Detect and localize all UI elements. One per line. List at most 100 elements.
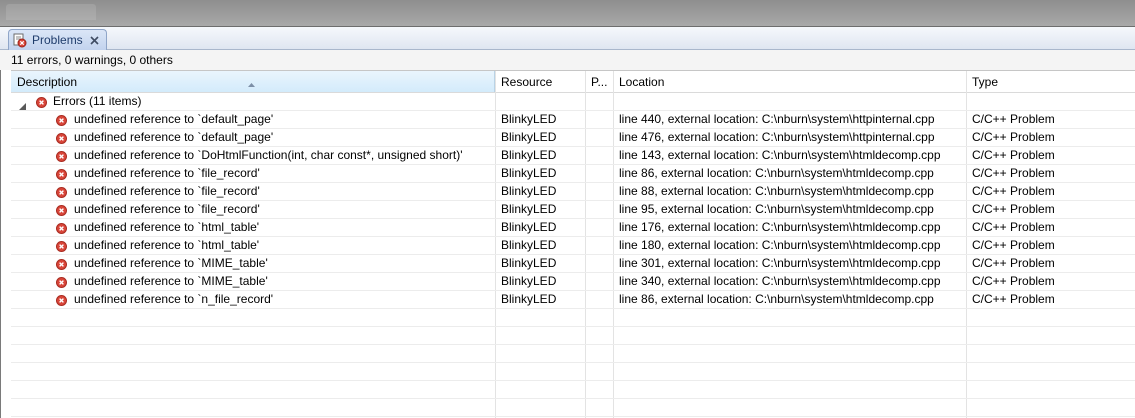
cell-path xyxy=(585,165,613,182)
cell-path xyxy=(585,111,613,128)
cell-location: line 95, external location: C:\nburn\sys… xyxy=(619,202,934,216)
cell-type: C/C++ Problem xyxy=(972,238,1055,252)
cell-description: undefined reference to `file_record' xyxy=(74,202,260,216)
cell-resource: BlinkyLED xyxy=(501,112,557,126)
cell-location: line 86, external location: C:\nburn\sys… xyxy=(619,292,934,306)
cell-resource: BlinkyLED xyxy=(501,130,557,144)
cell-description: undefined reference to `file_record' xyxy=(74,166,260,180)
empty-row xyxy=(11,345,1135,363)
cell-description: undefined reference to `DoHtmlFunction(i… xyxy=(74,148,463,162)
cell-type: C/C++ Problem xyxy=(972,166,1055,180)
error-icon xyxy=(56,258,67,270)
cell-resource: BlinkyLED xyxy=(501,220,557,234)
error-icon xyxy=(56,294,67,306)
view-left-border xyxy=(0,50,1,418)
error-icon xyxy=(56,204,67,216)
table-row[interactable]: undefined reference to `MIME_table' Blink… xyxy=(11,273,1135,291)
cell-type: C/C++ Problem xyxy=(972,220,1055,234)
table-row[interactable]: undefined reference to `html_table' Blink… xyxy=(11,219,1135,237)
error-icon xyxy=(56,114,67,126)
cell-resource: BlinkyLED xyxy=(501,166,557,180)
cell-description: undefined reference to `html_table' xyxy=(74,238,260,252)
cell-description: undefined reference to `file_record' xyxy=(74,184,260,198)
cell-path xyxy=(585,201,613,218)
empty-row xyxy=(11,381,1135,399)
close-icon[interactable] xyxy=(89,35,100,46)
cell-type: C/C++ Problem xyxy=(972,148,1055,162)
table-row[interactable]: undefined reference to `default_page' Bli… xyxy=(11,111,1135,129)
view-tab-bar: Problems xyxy=(0,26,1135,50)
empty-row xyxy=(11,399,1135,417)
cell-path xyxy=(585,237,613,254)
cell-type: C/C++ Problem xyxy=(972,112,1055,126)
group-row-errors[interactable]: Errors (11 items) xyxy=(11,93,1135,111)
table-row[interactable]: undefined reference to `file_record' Blin… xyxy=(11,201,1135,219)
cell-path xyxy=(585,255,613,272)
table-row[interactable]: undefined reference to `default_page' Bli… xyxy=(11,129,1135,147)
table-row[interactable]: undefined reference to `DoHtmlFunction(i… xyxy=(11,147,1135,165)
cell-resource: BlinkyLED xyxy=(501,274,557,288)
cell-resource: BlinkyLED xyxy=(501,184,557,198)
empty-row xyxy=(11,309,1135,327)
cell-location: line 180, external location: C:\nburn\sy… xyxy=(619,238,941,252)
cell-type: C/C++ Problem xyxy=(972,256,1055,270)
cell-path xyxy=(585,291,613,308)
cell-location: line 440, external location: C:\nburn\sy… xyxy=(619,112,935,126)
column-header-description[interactable]: Description xyxy=(11,71,495,92)
cell-location: line 88, external location: C:\nburn\sys… xyxy=(619,184,934,198)
column-header-path[interactable]: P... xyxy=(585,71,613,92)
cell-path xyxy=(585,183,613,200)
empty-row xyxy=(11,327,1135,345)
error-icon xyxy=(56,222,67,234)
cell-type: C/C++ Problem xyxy=(972,184,1055,198)
table-row[interactable]: undefined reference to `file_record' Blin… xyxy=(11,165,1135,183)
empty-row xyxy=(11,363,1135,381)
cell-description: undefined reference to `MIME_table' xyxy=(74,274,268,288)
problems-table[interactable]: Description Resource P... Location Type xyxy=(11,70,1135,418)
cell-type: C/C++ Problem xyxy=(972,130,1055,144)
cell-resource: BlinkyLED xyxy=(501,292,557,306)
table-row[interactable]: undefined reference to `n_file_record' Bl… xyxy=(11,291,1135,309)
cell-description: undefined reference to `default_page' xyxy=(74,130,274,144)
cell-description: undefined reference to `html_table' xyxy=(74,220,260,234)
cell-path xyxy=(585,147,613,164)
column-header-type[interactable]: Type xyxy=(966,71,1135,92)
cell-location: line 86, external location: C:\nburn\sys… xyxy=(619,166,934,180)
cell-location: line 476, external location: C:\nburn\sy… xyxy=(619,130,935,144)
cell-type: C/C++ Problem xyxy=(972,202,1055,216)
error-icon xyxy=(56,168,67,180)
cell-type: C/C++ Problem xyxy=(972,292,1055,306)
background-tab[interactable] xyxy=(6,4,96,20)
table-row[interactable]: undefined reference to `html_table' Blink… xyxy=(11,237,1135,255)
cell-description: undefined reference to `n_file_record' xyxy=(74,292,274,306)
problems-window: Problems 11 errors, 0 warnings, 0 others… xyxy=(0,0,1135,418)
column-header-description-label: Description xyxy=(17,75,78,89)
problems-view-icon xyxy=(13,33,27,48)
cell-description: undefined reference to `MIME_table' xyxy=(74,256,268,270)
table-row[interactable]: undefined reference to `file_record' Blin… xyxy=(11,183,1135,201)
window-title-strip xyxy=(0,0,1135,26)
error-icon xyxy=(56,150,67,162)
cell-resource: BlinkyLED xyxy=(501,238,557,252)
table-row[interactable]: undefined reference to `MIME_table' Blink… xyxy=(11,255,1135,273)
cell-path xyxy=(585,129,613,146)
expanded-triangle-icon[interactable] xyxy=(19,98,26,110)
tab-problems[interactable]: Problems xyxy=(8,29,107,50)
problems-summary: 11 errors, 0 warnings, 0 others xyxy=(0,50,1135,70)
cell-path xyxy=(585,219,613,236)
group-label: Errors (11 items) xyxy=(53,94,142,108)
cell-description: undefined reference to `default_page' xyxy=(74,112,274,126)
error-icon xyxy=(56,186,67,198)
column-header-resource[interactable]: Resource xyxy=(495,71,585,92)
cell-resource: BlinkyLED xyxy=(501,148,557,162)
cell-location: line 340, external location: C:\nburn\sy… xyxy=(619,274,941,288)
cell-location: line 143, external location: C:\nburn\sy… xyxy=(619,148,941,162)
tab-problems-label: Problems xyxy=(32,33,83,47)
column-header-location[interactable]: Location xyxy=(613,71,966,92)
error-icon xyxy=(36,96,47,108)
error-icon xyxy=(56,240,67,252)
cell-path xyxy=(585,273,613,290)
cell-location: line 176, external location: C:\nburn\sy… xyxy=(619,220,941,234)
cell-resource: BlinkyLED xyxy=(501,256,557,270)
cell-type: C/C++ Problem xyxy=(972,274,1055,288)
